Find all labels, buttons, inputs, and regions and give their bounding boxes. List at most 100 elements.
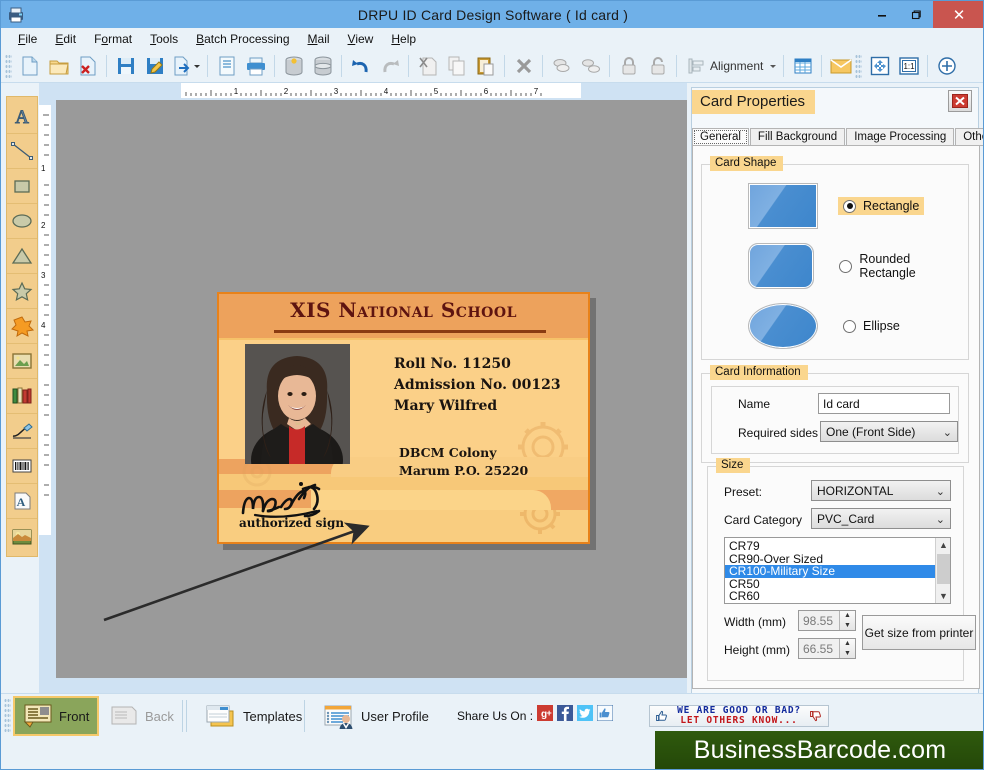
listbox-scrollbar[interactable]: ▲ ▼ <box>935 538 950 603</box>
menu-view[interactable]: View <box>339 30 383 48</box>
height-value[interactable]: 66.55 <box>799 639 839 658</box>
lock-icon[interactable] <box>614 52 643 80</box>
menu-batch-processing[interactable]: Batch Processing <box>187 30 298 48</box>
fit-to-screen-icon[interactable] <box>865 52 894 80</box>
thumbs-up-icon[interactable] <box>596 704 614 722</box>
properties-icon[interactable] <box>212 52 241 80</box>
templates-button[interactable]: Templates <box>197 696 310 736</box>
panel-close-button[interactable] <box>948 90 972 112</box>
export-icon[interactable] <box>169 52 203 80</box>
menu-help[interactable]: Help <box>382 30 425 48</box>
spin-down-icon[interactable]: ▼ <box>840 649 855 659</box>
card-school-title[interactable]: XIS National School <box>219 298 588 322</box>
shape-tool-icon[interactable] <box>7 309 37 344</box>
google-plus-icon[interactable]: g + <box>537 705 553 721</box>
card-details[interactable]: Roll No. 11250 Admission No. 00123 Mary … <box>394 354 561 417</box>
design-canvas[interactable]: XIS National School Roll No. 11250 Admis… <box>56 100 687 678</box>
toolbar-grip[interactable] <box>5 53 12 78</box>
rounded-rectangle-thumb[interactable] <box>748 243 815 289</box>
tab-fill-background[interactable]: Fill Background <box>749 128 846 146</box>
group-icon[interactable] <box>547 52 576 80</box>
required-sides-select[interactable]: One (Front Side) ⌄ <box>820 421 958 442</box>
minimize-button[interactable] <box>865 1 899 28</box>
card-address[interactable]: DBCM Colony Marum P.O. 25220 <box>399 444 528 480</box>
name-field[interactable]: Id card <box>818 393 950 414</box>
unlock-icon[interactable] <box>643 52 672 80</box>
list-item-selected[interactable]: CR100-Military Size <box>725 565 950 578</box>
front-side-button[interactable]: Front <box>13 696 100 736</box>
shape-option-ellipse[interactable]: Ellipse <box>748 303 905 349</box>
student-photo[interactable] <box>245 344 350 464</box>
database-icon[interactable] <box>279 52 308 80</box>
menu-mail[interactable]: Mail <box>299 30 339 48</box>
delete-document-icon[interactable] <box>73 52 102 80</box>
back-side-button[interactable]: Back <box>101 696 182 736</box>
feedback-badge[interactable]: WE ARE GOOD OR BAD? LET OTHERS KNOW... <box>649 705 829 727</box>
ungroup-icon[interactable] <box>576 52 605 80</box>
signature-image[interactable] <box>237 477 352 519</box>
spin-up-icon[interactable]: ▲ <box>840 639 855 649</box>
toolbar-grip-2[interactable] <box>855 53 863 78</box>
rectangle-thumb[interactable] <box>748 183 818 229</box>
shape-option-rounded-rectangle[interactable]: Rounded Rectangle <box>748 243 968 289</box>
background-tool-icon[interactable] <box>7 519 37 554</box>
cut-icon[interactable] <box>413 52 442 80</box>
card-category-select[interactable]: PVC_Card ⌄ <box>811 508 951 529</box>
rounded-rectangle-radio-row[interactable]: Rounded Rectangle <box>834 250 968 282</box>
facebook-icon[interactable] <box>557 705 573 721</box>
alignment-icon[interactable] <box>681 52 710 80</box>
bottombar-grip[interactable] <box>4 698 11 734</box>
height-stepper[interactable]: 66.55 ▲ ▼ <box>798 638 856 659</box>
tab-other[interactable]: Other <box>955 128 983 146</box>
copy-icon[interactable] <box>442 52 471 80</box>
ellipse-radio[interactable] <box>843 319 856 333</box>
scrollbar-thumb[interactable] <box>937 554 950 584</box>
width-stepper[interactable]: 98.55 ▲ ▼ <box>798 610 856 631</box>
rectangle-tool-icon[interactable] <box>7 169 37 204</box>
card-size-listbox[interactable]: CR79 CR90-Over Sized CR100-Military Size… <box>724 537 951 604</box>
tab-general[interactable]: General <box>692 128 749 146</box>
new-document-icon[interactable] <box>15 52 44 80</box>
barcode-tool-icon[interactable] <box>7 449 37 484</box>
twitter-icon[interactable] <box>577 705 593 721</box>
menu-file[interactable]: File <box>9 30 46 48</box>
id-card-design[interactable]: XIS National School Roll No. 11250 Admis… <box>217 292 590 544</box>
spin-up-icon[interactable]: ▲ <box>840 611 855 621</box>
width-spin-buttons[interactable]: ▲ ▼ <box>839 611 855 630</box>
width-value[interactable]: 98.55 <box>799 611 839 630</box>
watermark-tool-icon[interactable]: A <box>7 484 37 519</box>
alignment-chevron-down-icon[interactable] <box>767 52 779 80</box>
mail-icon[interactable] <box>826 52 855 80</box>
ellipse-thumb[interactable] <box>748 303 818 349</box>
spin-down-icon[interactable]: ▼ <box>840 621 855 631</box>
alignment-label[interactable]: Alignment <box>710 59 767 73</box>
ellipse-radio-row[interactable]: Ellipse <box>838 317 905 335</box>
text-tool-icon[interactable]: A <box>7 99 37 134</box>
picture-tool-icon[interactable] <box>7 344 37 379</box>
open-folder-icon[interactable] <box>44 52 73 80</box>
maximize-button[interactable] <box>899 1 933 28</box>
scroll-up-icon[interactable]: ▲ <box>936 538 950 552</box>
paste-icon[interactable] <box>471 52 500 80</box>
triangle-tool-icon[interactable] <box>7 239 37 274</box>
redo-icon[interactable] <box>375 52 404 80</box>
grid-icon[interactable] <box>788 52 817 80</box>
tab-image-processing[interactable]: Image Processing <box>846 128 955 146</box>
list-item[interactable]: CR60 <box>725 590 950 603</box>
menu-tools[interactable]: Tools <box>141 30 187 48</box>
undo-icon[interactable] <box>346 52 375 80</box>
database-stack-icon[interactable] <box>308 52 337 80</box>
shape-option-rectangle[interactable]: Rectangle <box>748 183 925 229</box>
star-tool-icon[interactable] <box>7 274 37 309</box>
save-edit-icon[interactable] <box>140 52 169 80</box>
signature-tool-icon[interactable] <box>7 414 37 449</box>
close-button[interactable]: ✕ <box>933 1 983 28</box>
actual-size-icon[interactable]: 1:1 <box>894 52 923 80</box>
preset-select[interactable]: HORIZONTAL ⌄ <box>811 480 951 501</box>
save-icon[interactable] <box>111 52 140 80</box>
delete-icon[interactable] <box>509 52 538 80</box>
menu-format[interactable]: Format <box>85 30 141 48</box>
get-size-from-printer-button[interactable]: Get size from printer <box>862 615 976 650</box>
line-tool-icon[interactable] <box>7 134 37 169</box>
scroll-down-icon[interactable]: ▼ <box>936 589 950 603</box>
